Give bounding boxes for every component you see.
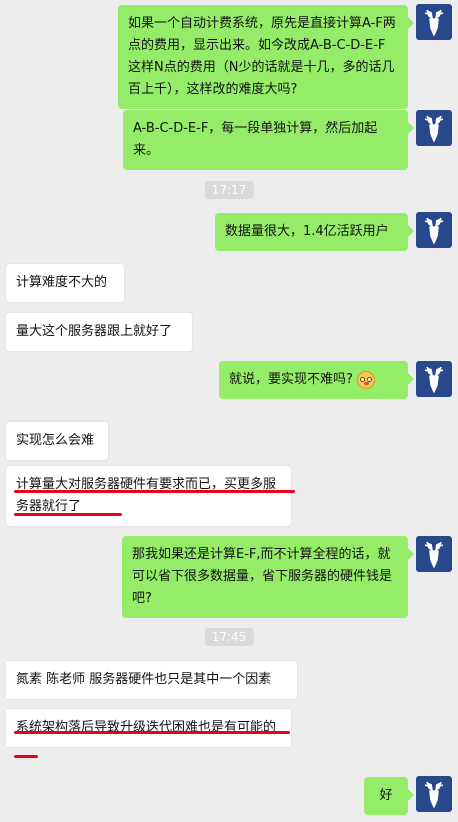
message-bubble[interactable]: 如果一个自动计费系统，原先是直接计算A-F两点的费用，显示出来。如今改成A-B-… [118, 5, 414, 109]
message-bubble[interactable]: 数据量很大，1.4亿活跃用户 [215, 213, 414, 251]
deer-head-icon [424, 781, 444, 808]
deer-head-icon [424, 541, 444, 568]
message-bubble[interactable]: 系统架构落后导致升级迭代困难也是有可能的 [5, 708, 292, 748]
message-bubble[interactable]: 实现怎么会难 [5, 421, 109, 461]
deer-head-icon [424, 9, 444, 36]
annotation-underline [14, 755, 38, 758]
avatar[interactable] [416, 110, 452, 146]
message-bubble[interactable]: 计算难度不大的 [5, 263, 125, 303]
timestamp: 17:45 [204, 628, 254, 646]
flushed-face-icon [356, 370, 375, 389]
message-bubble[interactable]: 量大这个服务器跟上就好了 [5, 312, 193, 352]
deer-head-icon [424, 366, 444, 393]
deer-head-icon [424, 115, 444, 142]
avatar[interactable] [416, 361, 452, 397]
message-bubble[interactable]: A-B-C-D-E-F，每一段单独计算，然后加起来。 [123, 110, 414, 170]
message-text: 就说，要实现不难吗? [229, 372, 353, 387]
message-bubble[interactable]: 就说，要实现不难吗? [219, 361, 414, 399]
message-bubble[interactable]: 好 [364, 777, 414, 815]
message-bubble[interactable]: 计算量大对服务器硬件有要求而已，买更多服务器就行了 [5, 465, 292, 527]
message-bubble[interactable]: 氮素 陈老师 服务器硬件也只是其中一个因素 [5, 660, 298, 700]
annotation-underline [14, 513, 122, 516]
avatar[interactable] [416, 776, 452, 812]
message-bubble[interactable]: 那我如果还是计算E-F,而不计算全程的话，就可以省下很多数据量，省下服务器的硬件… [122, 536, 414, 618]
avatar[interactable] [416, 4, 452, 40]
avatar[interactable] [416, 536, 452, 572]
avatar[interactable] [416, 212, 452, 248]
annotation-underline [14, 490, 295, 493]
annotation-underline [14, 731, 290, 734]
timestamp: 17:17 [204, 181, 254, 199]
deer-head-icon [424, 217, 444, 244]
